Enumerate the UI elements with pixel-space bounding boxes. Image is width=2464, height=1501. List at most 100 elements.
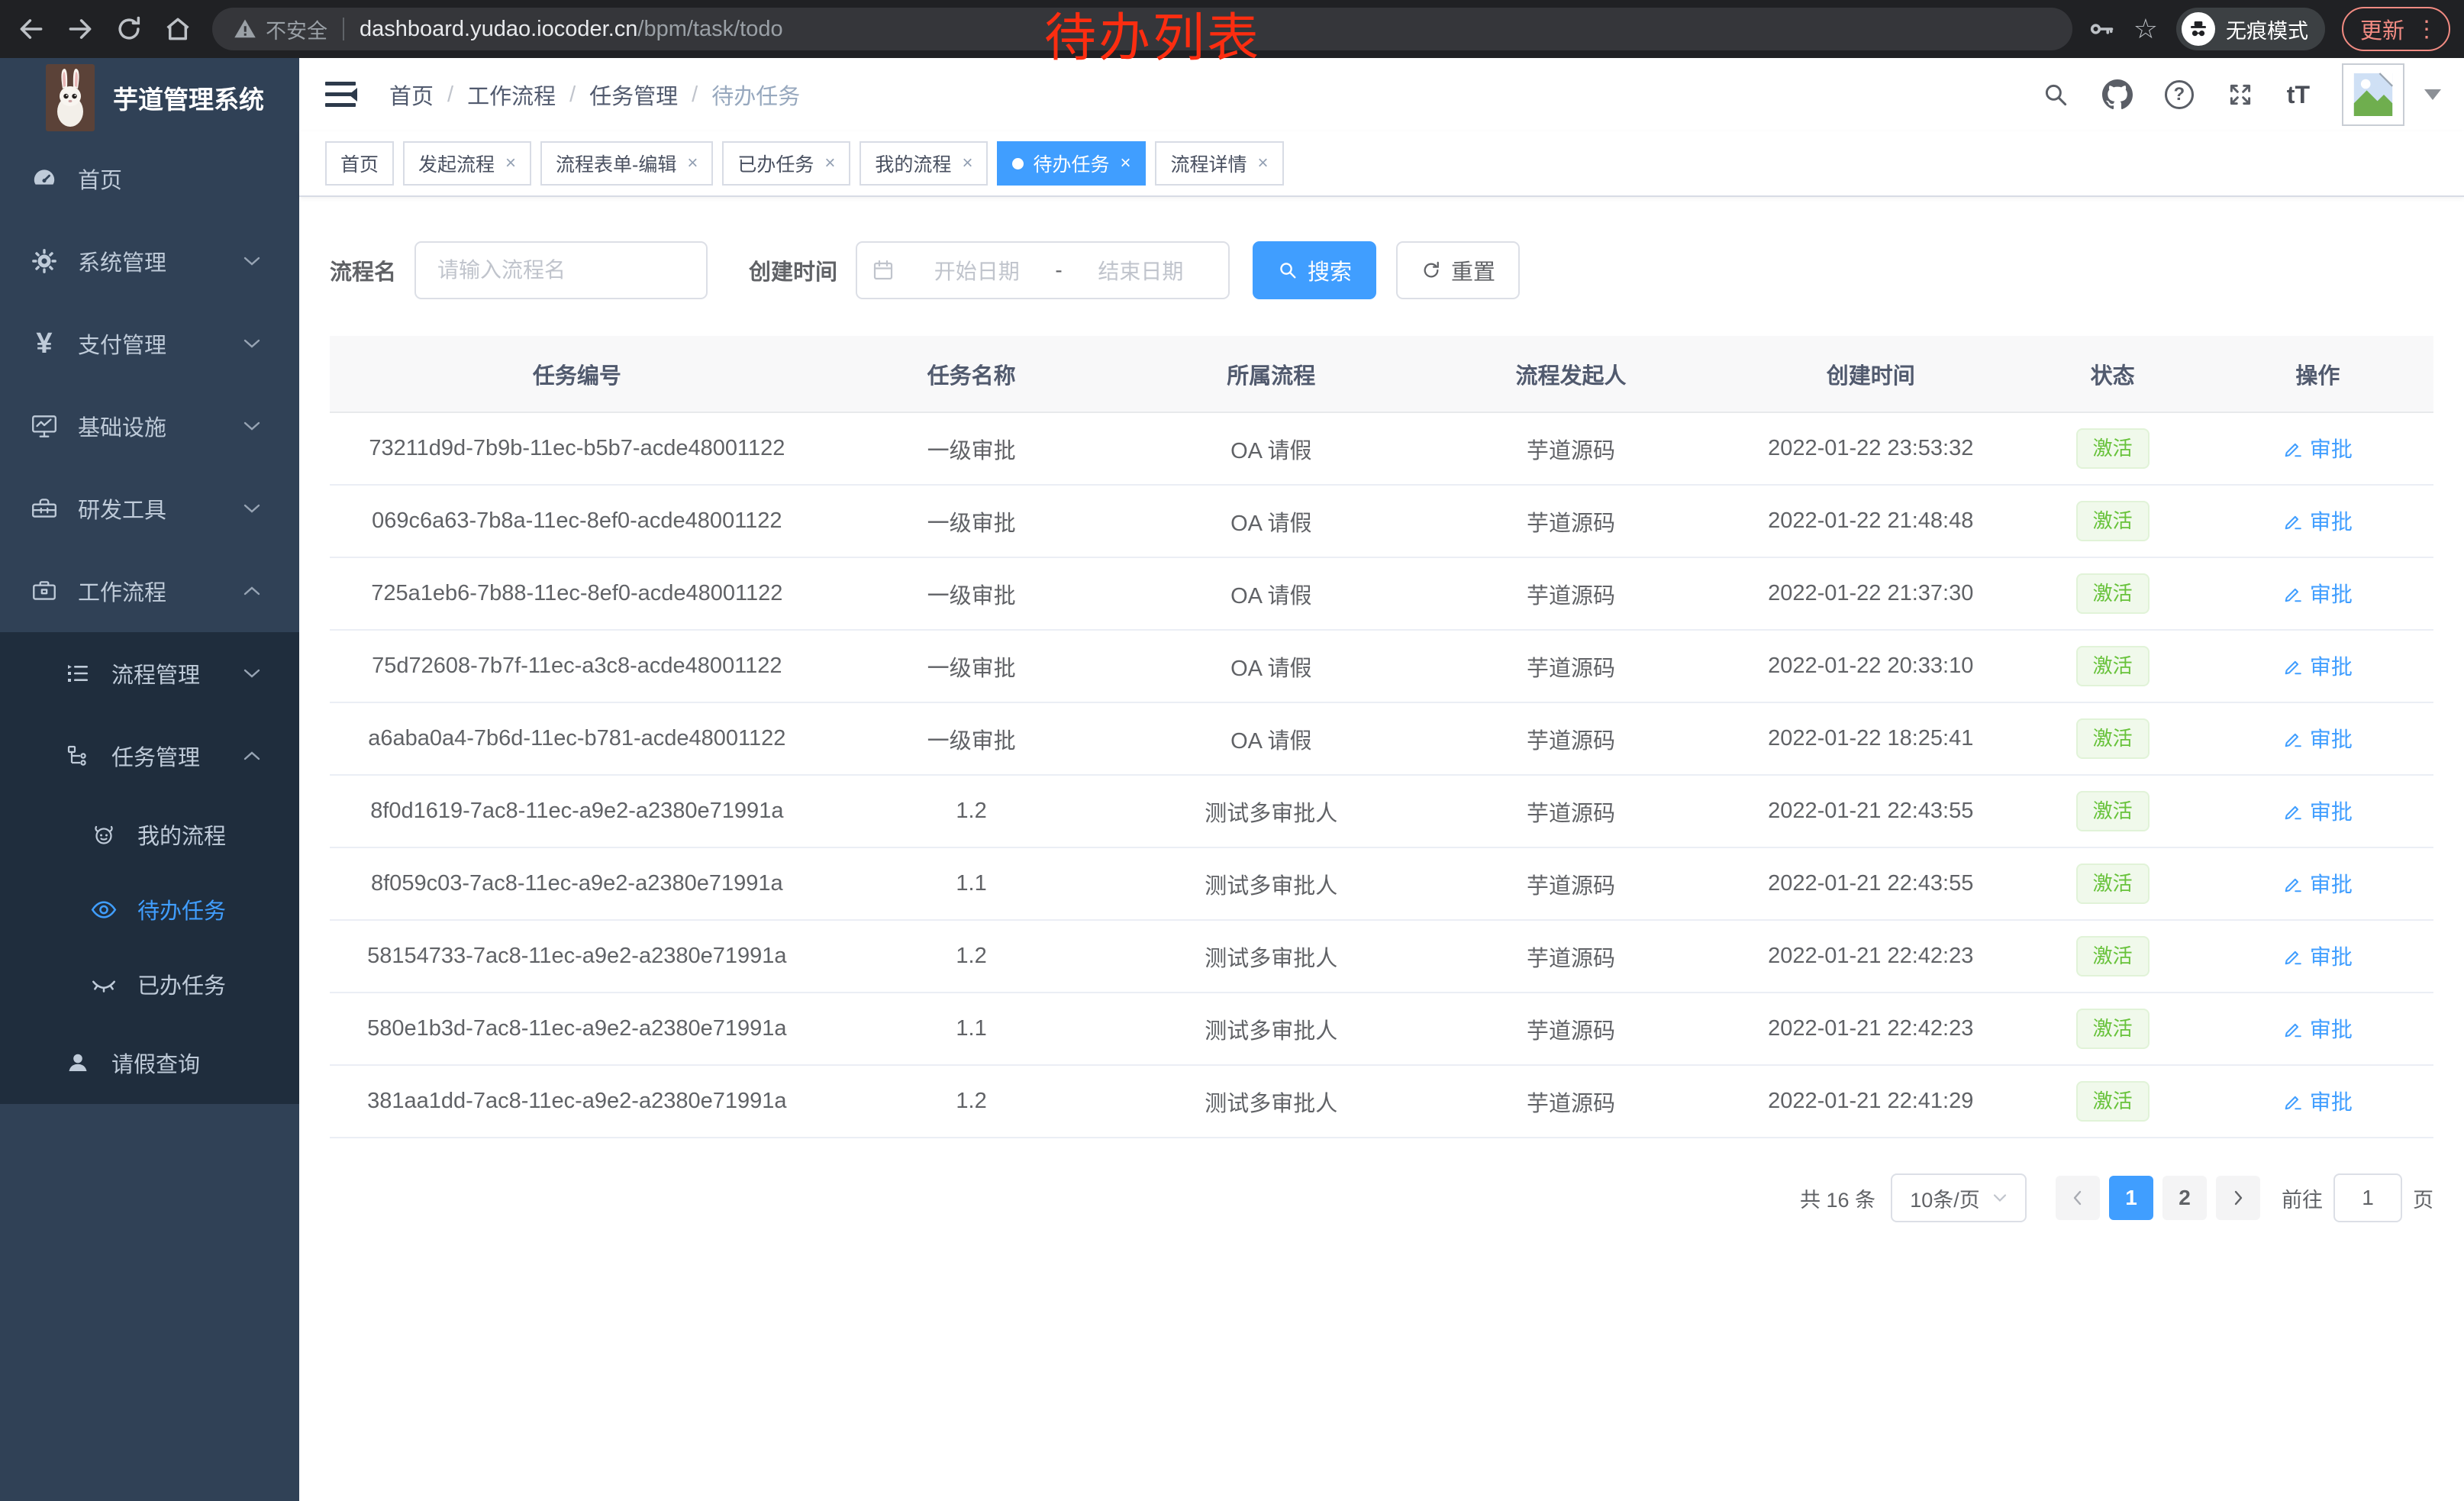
tab-done-tasks[interactable]: 已办任务 ×	[722, 141, 850, 186]
yen-icon: ¥	[27, 329, 61, 358]
sidebar-item-task-management[interactable]: 任务管理	[0, 715, 299, 797]
sidebar-item-system[interactable]: 系统管理	[0, 220, 299, 302]
breadcrumb-workflow[interactable]: 工作流程	[467, 79, 556, 111]
col-action: 操作	[2202, 336, 2433, 412]
app-logo-row[interactable]: 芋道管理系统	[0, 58, 299, 137]
sidebar-item-done-tasks[interactable]: 已办任务	[0, 947, 299, 1022]
avatar-caret-icon[interactable]	[2424, 89, 2441, 100]
date-range-picker[interactable]: 开始日期 - 结束日期	[856, 241, 1230, 299]
approve-link[interactable]: 审批	[2283, 796, 2353, 826]
sidebar-item-my-process[interactable]: 我的流程	[0, 797, 299, 872]
font-size-icon[interactable]: tT	[2287, 81, 2310, 109]
search-button[interactable]: 搜索	[1253, 241, 1376, 299]
approve-link[interactable]: 审批	[2283, 941, 2353, 971]
start-date-placeholder[interactable]: 开始日期	[903, 255, 1050, 286]
search-icon[interactable]	[2041, 80, 2070, 109]
page-header: 首页 / 工作流程 / 任务管理 / 待办任务 ? tT	[299, 58, 2464, 131]
reload-icon[interactable]	[111, 11, 147, 47]
close-icon[interactable]: ×	[505, 153, 516, 174]
cell-initiator: 芋道源码	[1424, 557, 1718, 630]
approve-link[interactable]: 审批	[2283, 650, 2353, 681]
cell-created: 2022-01-22 21:48:48	[1718, 485, 2024, 557]
sidebar-collapse-icon[interactable]	[325, 82, 356, 108]
sidebar-item-leave-query[interactable]: 请假查询	[0, 1022, 299, 1104]
back-icon[interactable]	[14, 11, 49, 47]
table-row: 8f0d1619-7ac8-11ec-a9e2-a2380e71991a 1.2…	[330, 775, 2433, 847]
incognito-label: 无痕模式	[2226, 15, 2308, 44]
forward-icon[interactable]	[63, 11, 98, 47]
eye-icon	[87, 895, 121, 924]
cell-process: OA 请假	[1118, 702, 1424, 775]
close-icon[interactable]: ×	[824, 153, 835, 174]
tab-process-detail[interactable]: 流程详情 ×	[1155, 141, 1283, 186]
prev-page-button[interactable]	[2056, 1176, 2100, 1220]
approve-link[interactable]: 审批	[2283, 723, 2353, 754]
fullscreen-icon[interactable]	[2226, 80, 2255, 109]
home-icon[interactable]	[160, 11, 195, 47]
next-page-button[interactable]	[2216, 1176, 2260, 1220]
approve-link[interactable]: 审批	[2283, 868, 2353, 899]
bookmark-star-icon[interactable]: ☆	[2133, 15, 2158, 43]
breadcrumb-home[interactable]: 首页	[389, 79, 434, 111]
chrome-update-button[interactable]: 更新 ⋮	[2342, 7, 2450, 51]
range-separator: -	[1050, 258, 1066, 282]
process-name-input[interactable]	[414, 241, 708, 299]
goto-page-input[interactable]	[2333, 1173, 2402, 1222]
approve-link[interactable]: 审批	[2283, 505, 2353, 536]
url-divider	[343, 18, 344, 40]
github-icon[interactable]	[2102, 79, 2133, 110]
sidebar-item-workflow[interactable]: 工作流程	[0, 550, 299, 632]
page-button-1[interactable]: 1	[2109, 1176, 2153, 1220]
tab-my-process[interactable]: 我的流程 ×	[859, 141, 988, 186]
dashboard-icon	[27, 164, 61, 193]
sidebar-item-process-management[interactable]: 流程管理	[0, 632, 299, 715]
close-icon[interactable]: ×	[687, 153, 698, 174]
close-icon[interactable]: ×	[962, 153, 972, 174]
cell-task-id: a6aba0a4-7b6d-11ec-b781-acde48001122	[330, 702, 824, 775]
total-count: 共 16 条	[1800, 1183, 1875, 1213]
approve-link[interactable]: 审批	[2283, 1086, 2353, 1116]
tab-home[interactable]: 首页	[325, 141, 394, 186]
cell-task-id: 73211d9d-7b9b-11ec-b5b7-acde48001122	[330, 412, 824, 485]
end-date-placeholder[interactable]: 结束日期	[1067, 255, 1214, 286]
select-caret-icon	[1992, 1193, 2008, 1203]
table-row: 381aa1dd-7ac8-11ec-a9e2-a2380e71991a 1.2…	[330, 1065, 2433, 1138]
status-badge: 激活	[2076, 573, 2150, 614]
page-button-2[interactable]: 2	[2162, 1176, 2207, 1220]
approve-link[interactable]: 审批	[2283, 1013, 2353, 1044]
not-secure-icon[interactable]	[234, 18, 256, 40]
status-badge: 激活	[2076, 936, 2150, 976]
tab-process-form-edit[interactable]: 流程表单-编辑 ×	[540, 141, 713, 186]
close-icon[interactable]: ×	[1258, 153, 1269, 174]
approve-link[interactable]: 审批	[2283, 578, 2353, 608]
cell-task-name: 1.2	[824, 1065, 1119, 1138]
page-size-select[interactable]: 10条/页	[1891, 1173, 2027, 1222]
sidebar-item-payment[interactable]: ¥ 支付管理	[0, 302, 299, 385]
tab-todo-tasks[interactable]: 待办任务 ×	[997, 141, 1146, 186]
browser-menu-icon[interactable]: ⋮	[2415, 16, 2438, 43]
approve-link[interactable]: 审批	[2283, 433, 2353, 463]
password-key-icon[interactable]	[2088, 15, 2115, 43]
gear-icon	[27, 247, 61, 276]
cell-task-id: 725a1eb6-7b88-11ec-8ef0-acde48001122	[330, 557, 824, 630]
cell-created: 2022-01-21 22:43:55	[1718, 847, 2024, 920]
sidebar-item-todo-tasks[interactable]: 待办任务	[0, 872, 299, 947]
cell-task-name: 一级审批	[824, 630, 1119, 702]
close-icon[interactable]: ×	[1120, 153, 1130, 174]
chevron-up-icon	[243, 585, 261, 597]
cell-initiator: 芋道源码	[1424, 847, 1718, 920]
sidebar-item-infrastructure[interactable]: 基础设施	[0, 385, 299, 467]
reset-button[interactable]: 重置	[1396, 241, 1520, 299]
sidebar-item-dev-tools[interactable]: 研发工具	[0, 467, 299, 550]
security-label[interactable]: 不安全	[266, 15, 327, 44]
help-icon[interactable]: ?	[2165, 80, 2194, 109]
cell-task-name: 一级审批	[824, 485, 1119, 557]
cell-created: 2022-01-22 23:53:32	[1718, 412, 2024, 485]
avatar[interactable]	[2342, 63, 2404, 126]
sidebar-item-home[interactable]: 首页	[0, 137, 299, 220]
tab-start-process[interactable]: 发起流程 ×	[403, 141, 531, 186]
url-text[interactable]: dashboard.yudao.iocoder.cn/bpm/task/todo	[360, 17, 783, 42]
status-badge: 激活	[2076, 1081, 2150, 1122]
breadcrumb-task-management[interactable]: 任务管理	[589, 79, 678, 111]
main-area: 首页 / 工作流程 / 任务管理 / 待办任务 ? tT	[299, 58, 2464, 1501]
